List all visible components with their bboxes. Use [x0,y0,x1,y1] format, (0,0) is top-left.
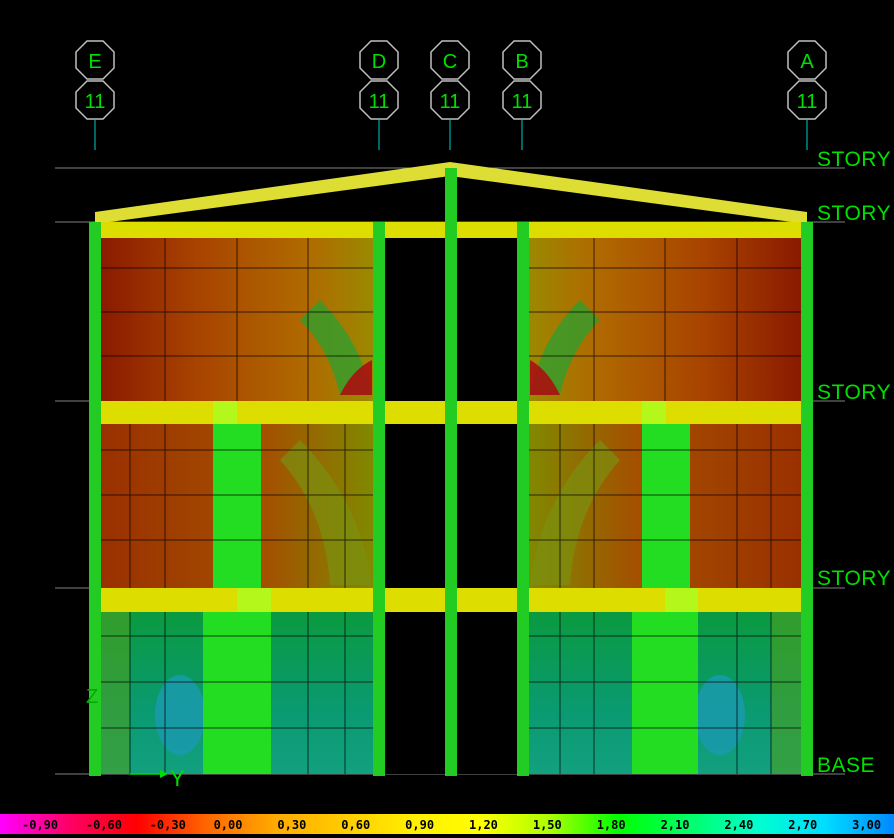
story-label-roof: STORY [817,148,892,171]
grid-letter-d: D [372,51,386,73]
structure-elevation: E 11 D 11 C 11 B 11 A 11 Y Z [55,40,845,791]
legend-value: -0,30 [149,818,186,832]
axis-label-y: Y [170,766,185,791]
legend-value: 1,80 [596,818,626,832]
grid-letter-c: C [443,51,457,73]
legend-value: 0,30 [277,818,307,832]
grid-number-d: 11 [369,91,390,113]
story-label-3: STORY [817,202,892,225]
legend-value: -0,90 [22,818,59,832]
story-label-2: STORY [817,381,892,404]
legend-value: 2,10 [660,818,690,832]
story-label-base: BASE [817,754,876,777]
legend-value: 0,00 [213,818,243,832]
elevation-viewport[interactable]: E 11 D 11 C 11 B 11 A 11 Y Z STORY STORY… [0,0,894,834]
color-legend-bar [0,814,894,834]
grid-number-b: 11 [512,91,533,113]
legend-value: 1,20 [469,818,498,832]
grid-bubble-leaders [94,120,808,150]
axis-label-z: Z [86,686,98,708]
grid-letter-b: B [515,51,528,73]
legend-value: 0,60 [341,818,371,832]
grid-letter-a: A [800,51,814,73]
legend-value: -0,60 [85,818,122,832]
legend-value: 1,50 [532,818,562,832]
legend-value: 2,40 [724,818,754,832]
legend-value: 2,70 [788,818,818,832]
legend-value: 0,90 [405,818,435,832]
grid-number-c: 11 [440,91,461,113]
grid-number-e: 11 [85,91,106,113]
grid-letter-e: E [88,51,101,73]
legend-value: 3,00 [852,818,882,832]
grid-number-a: 11 [797,91,818,113]
story-label-1: STORY [817,567,892,590]
